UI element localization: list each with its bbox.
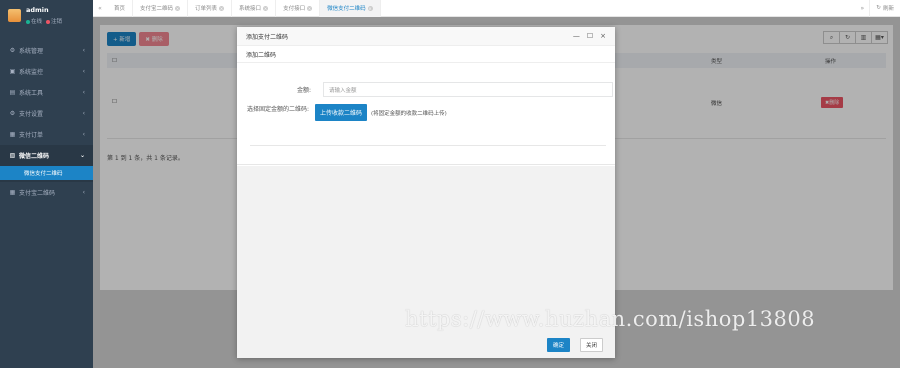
sidebar-item-label: 微信二维码 <box>19 153 50 160</box>
watermark: https://www.huzhan.com/ishop13808 <box>405 307 816 331</box>
sidebar-item-system-monitor[interactable]: ▣ 系统监控 ‹ <box>0 61 93 82</box>
sidebar-item-pay-orders[interactable]: ▦ 支付订单 ‹ <box>0 124 93 145</box>
close-icon[interactable]: × <box>307 5 313 11</box>
tab-home[interactable]: 首页 <box>107 0 134 17</box>
logout-label: 注销 <box>51 19 63 25</box>
confirm-button[interactable]: 确定 <box>546 338 570 352</box>
chevron-left-icon: ‹ <box>82 110 85 117</box>
sidebar-subitem-wechat-pay-qr[interactable]: 微信支付二维码 <box>0 166 93 180</box>
sidebar: admin 在线 注销 ⚙ 系统管理 ‹ ▣ 系统监控 ‹ ▤ 系统工具 ‹ ⚙ 支付设… <box>0 0 93 368</box>
close-icon[interactable]: × <box>367 5 373 11</box>
divider <box>250 145 606 146</box>
refresh-button[interactable]: ↻ 刷新 <box>869 0 900 17</box>
tab-system-api[interactable]: 系统接口 × <box>232 0 277 17</box>
sidebar-item-label: 支付订单 <box>19 132 44 139</box>
online-status: 在线 <box>26 17 42 25</box>
close-icon[interactable]: × <box>175 5 181 11</box>
tab-scroll-right-icon[interactable]: » <box>855 5 869 12</box>
sidebar-item-label: 系统监控 <box>19 69 44 76</box>
sidebar-item-system-tools[interactable]: ▤ 系统工具 ‹ <box>0 82 93 103</box>
close-icon[interactable]: × <box>263 5 269 11</box>
chevron-down-icon: ⌄ <box>79 152 85 159</box>
refresh-icon: ↻ <box>876 5 881 11</box>
sidebar-item-pay-settings[interactable]: ⚙ 支付设置 ‹ <box>0 103 93 124</box>
modal-header: 添加支付二维码 — ☐ × <box>237 27 615 46</box>
tab-scroll-left-icon[interactable]: « <box>93 5 107 12</box>
modal-footer: 确定 关闭 <box>237 334 615 358</box>
monitor-icon: ▣ <box>9 68 16 75</box>
minimize-icon[interactable]: — <box>573 32 580 40</box>
sidebar-item-label: 支付宝二维码 <box>19 190 56 197</box>
online-dot-icon <box>26 19 30 24</box>
close-icon[interactable]: × <box>600 32 606 40</box>
maximize-icon[interactable]: ☐ <box>587 32 593 40</box>
sidebar-item-wechat-qr[interactable]: ▧ 微信二维码 ⌄ <box>0 145 93 166</box>
sidebar-item-alipay-qr[interactable]: ▦ 支付宝二维码 ‹ <box>0 182 93 203</box>
sidebar-item-label: 系统工具 <box>19 90 44 97</box>
tab-pay-api[interactable]: 支付接口 × <box>276 0 321 17</box>
gear-icon: ⚙ <box>9 47 16 54</box>
list-icon: ▦ <box>9 189 16 196</box>
close-button[interactable]: 关闭 <box>579 338 603 352</box>
chevron-left-icon: ‹ <box>82 131 85 138</box>
amount-input[interactable]: 请输入金额 <box>323 82 613 97</box>
tab-wechat-pay-qr[interactable]: 微信支付二维码 × <box>320 0 381 17</box>
tab-bar: « 首页 支付宝二维码 × 订单列表 × 系统接口 × 支付接口 × 微信支付二维码 × … <box>93 0 900 17</box>
tab-label: 系统接口 <box>239 6 262 12</box>
list-icon: ▦ <box>9 131 16 138</box>
amount-label: 金额: <box>296 87 311 94</box>
modal-title: 添加支付二维码 <box>246 33 289 41</box>
username: admin <box>26 6 49 14</box>
tab-label: 支付接口 <box>283 6 306 12</box>
logout-dot-icon <box>46 19 51 24</box>
online-label: 在线 <box>31 19 43 25</box>
tab-label: 支付宝二维码 <box>140 6 174 12</box>
upload-qr-button[interactable]: 上传收款二维码 <box>315 104 368 121</box>
tools-icon: ▤ <box>9 89 16 96</box>
tab-label: 微信支付二维码 <box>327 6 366 12</box>
tab-alipay-qr[interactable]: 支付宝二维码 × <box>133 0 189 17</box>
tab-label: 首页 <box>114 6 126 12</box>
tab-orders[interactable]: 订单列表 × <box>188 0 233 17</box>
user-profile: admin 在线 注销 <box>0 0 93 36</box>
chevron-left-icon: ‹ <box>82 89 85 96</box>
sidebar-item-label: 系统管理 <box>19 48 44 55</box>
chevron-left-icon: ‹ <box>82 68 85 75</box>
sidebar-item-label: 支付设置 <box>19 111 44 118</box>
chevron-left-icon: ‹ <box>82 47 85 54</box>
sidebar-item-system-manage[interactable]: ⚙ 系统管理 ‹ <box>0 40 93 61</box>
refresh-label: 刷新 <box>882 6 894 12</box>
image-icon: ▧ <box>9 152 16 159</box>
form-title: 添加二维码 <box>237 46 615 63</box>
close-icon[interactable]: × <box>219 5 225 11</box>
logout-link[interactable]: 注销 <box>46 17 62 25</box>
gear-icon: ⚙ <box>9 110 16 117</box>
qr-label: 选择固定金额的二维码: <box>246 106 309 113</box>
upload-hint: (将固定金额的收款二维码上传) <box>371 110 447 117</box>
tab-label: 订单列表 <box>195 6 218 12</box>
chevron-left-icon: ‹ <box>82 189 85 196</box>
avatar[interactable] <box>8 9 21 22</box>
